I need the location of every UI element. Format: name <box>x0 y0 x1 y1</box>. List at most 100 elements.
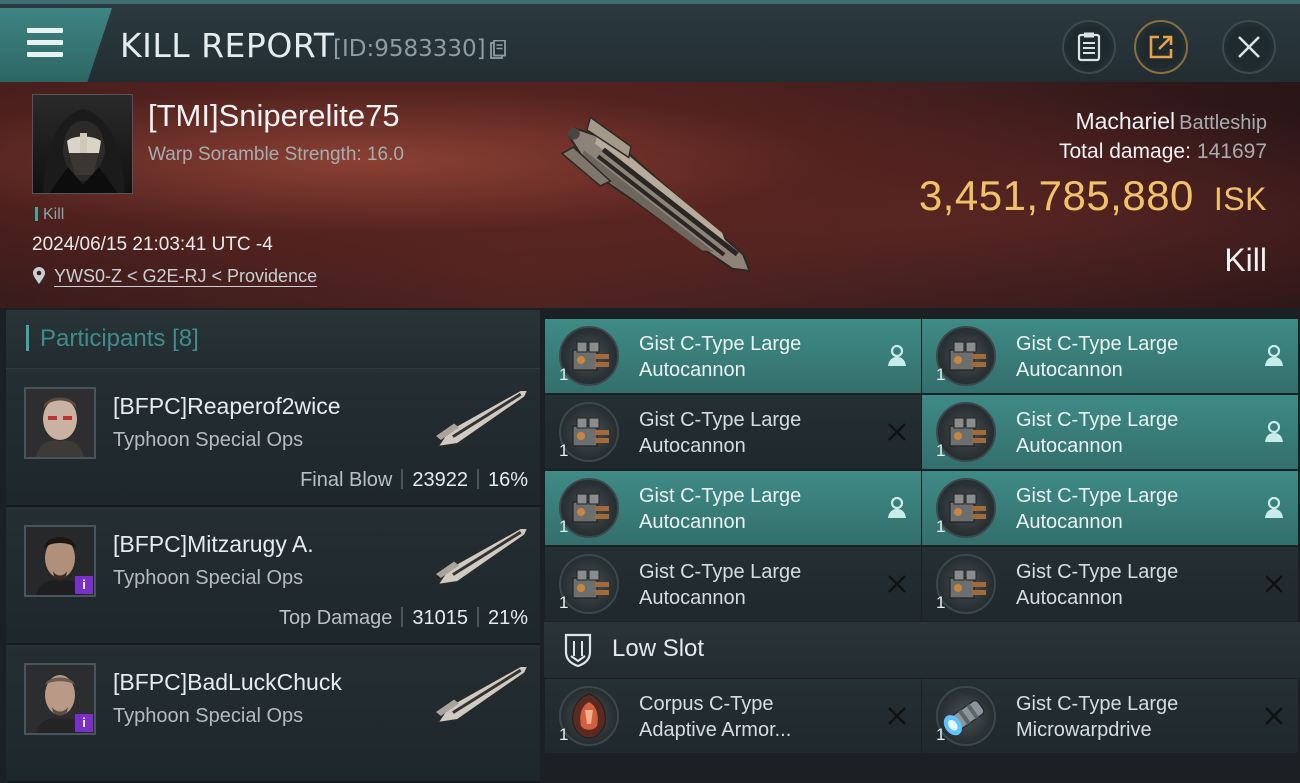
clipboard-icon <box>1077 32 1101 62</box>
module-tile[interactable]: 1 Corpus C-Type Adaptive Armor... <box>545 679 921 753</box>
autocannon-icon <box>572 493 609 523</box>
autocannon-icon <box>572 569 609 599</box>
victim-name[interactable]: [TMI]Sniperelite75 <box>148 98 400 134</box>
copy-icon[interactable] <box>490 40 506 60</box>
info-badge-icon[interactable]: i <box>75 714 93 732</box>
module-tile[interactable]: 1 Gist C-Type Large Autocannon <box>922 319 1298 393</box>
module-name-line2: Autocannon <box>1016 511 1123 533</box>
dropped-person-icon <box>1265 496 1283 518</box>
low-slot-shield-icon <box>564 633 592 668</box>
participant-damage: 31015 <box>412 607 468 629</box>
warp-scramble-strength: Warp Soramble Strength: 16.0 <box>148 144 404 165</box>
total-damage: Total damage: 141697 <box>1059 140 1267 164</box>
participants-header: Participants [8] <box>6 310 540 369</box>
module-quantity: 1 <box>559 517 569 536</box>
avatar[interactable]: i <box>24 525 96 597</box>
kill-tag: Kill <box>35 206 64 224</box>
module-name-line1: Gist C-Type Large <box>639 409 802 431</box>
participant-row[interactable]: i [BFPC]Mitzarugy A. Typhoon Special Ops… <box>6 507 540 645</box>
module-name-line1: Gist C-Type Large <box>639 333 802 355</box>
report-id: [ID:9583330] <box>333 36 486 62</box>
participant-ship: Typhoon Special Ops <box>113 429 304 451</box>
kill-result: Kill <box>1224 242 1267 278</box>
module-name-line2: Autocannon <box>639 359 746 381</box>
pilot-portrait-icon <box>26 389 94 457</box>
destroyed-x-icon <box>888 575 906 593</box>
module-name-line2: Autocannon <box>639 587 746 609</box>
autocannon-icon <box>572 341 609 371</box>
report-log-button[interactable] <box>1062 20 1116 74</box>
module-quantity: 1 <box>559 441 569 460</box>
module-quantity: 1 <box>559 365 569 384</box>
dropped-person-icon <box>1265 420 1283 442</box>
module-name: Gist C-Type Large Autocannon <box>1016 483 1256 535</box>
top-bar: KILL REPORT [ID:9583330] <box>0 0 1300 82</box>
dropped-person-icon <box>888 496 906 518</box>
participants-count: [8] <box>172 325 199 352</box>
module-tile[interactable]: 1 Gist C-Type Large Autocannon <box>545 319 921 393</box>
participant-row[interactable]: [BFPC]Reaperof2wice Typhoon Special Ops … <box>6 369 540 507</box>
autocannon-icon <box>949 493 986 523</box>
ship-name-text: Machariel <box>1075 108 1176 134</box>
participant-stats: Top Damage 31015 21% <box>279 607 528 630</box>
share-button[interactable] <box>1134 20 1188 74</box>
isk-unit: ISK <box>1213 181 1267 217</box>
participant-percent: 21% <box>487 607 528 629</box>
module-tile[interactable]: 1 Gist C-Type Large Autocannon <box>922 547 1298 621</box>
victim-portrait[interactable] <box>32 94 133 194</box>
module-name-line1: Gist C-Type Large <box>1016 693 1179 715</box>
module-name-line1: Gist C-Type Large <box>1016 485 1179 507</box>
module-name-line2: Autocannon <box>639 511 746 533</box>
module-tile[interactable]: 1 Gist C-Type Large Autocannon <box>545 395 921 469</box>
armor-hardener-icon <box>572 693 606 739</box>
participants-panel: Participants [8] [BFPC]Reaperof2wice Typ… <box>6 310 540 783</box>
module-name: Gist C-Type Large Microwarpdrive <box>1016 691 1256 743</box>
module-quantity: 1 <box>936 725 946 744</box>
dropped-person-icon <box>888 344 906 366</box>
close-button[interactable] <box>1222 20 1276 74</box>
participant-name[interactable]: [BFPC]BadLuckChuck <box>113 669 342 696</box>
participant-stats: Final Blow 23922 16% <box>300 469 528 492</box>
module-name-line2: Autocannon <box>1016 587 1123 609</box>
module-tile[interactable]: 1 Gist C-Type Large Microwarpdrive <box>922 679 1298 753</box>
page-title: KILL REPORT <box>120 26 335 65</box>
location-pin-icon <box>33 267 45 284</box>
module-name: Corpus C-Type Adaptive Armor... <box>639 691 879 743</box>
module-tile[interactable]: 1 Gist C-Type Large Autocannon <box>922 471 1298 545</box>
victim-panel: [TMI]Sniperelite75 Warp Soramble Strengt… <box>0 82 1300 308</box>
avatar[interactable] <box>24 387 96 459</box>
hooded-pilot-icon <box>43 109 125 193</box>
module-tile[interactable]: 1 Gist C-Type Large Autocannon <box>545 547 921 621</box>
destroyed-x-icon <box>888 707 906 725</box>
participant-row[interactable]: i [BFPC]BadLuckChuck Typhoon Special Ops <box>6 645 540 783</box>
module-name-line2: Autocannon <box>639 435 746 457</box>
module-name-line2: Microwarpdrive <box>1016 719 1152 741</box>
module-name: Gist C-Type Large Autocannon <box>639 483 879 535</box>
avatar[interactable]: i <box>24 663 96 735</box>
module-name-line2: Autocannon <box>1016 359 1123 381</box>
microwarpdrive-icon <box>943 700 985 736</box>
participants-label: Participants <box>40 325 166 352</box>
participant-role: Top Damage <box>278 607 393 629</box>
module-name: Gist C-Type Large Autocannon <box>1016 559 1256 611</box>
participant-name[interactable]: [BFPC]Reaperof2wice <box>113 393 341 420</box>
victim-ship-image <box>560 116 752 273</box>
low-slot-label: Low Slot <box>612 635 705 662</box>
destroyed-x-icon <box>888 423 906 441</box>
module-name: Gist C-Type Large Autocannon <box>1016 331 1256 383</box>
module-tile[interactable]: 1 Gist C-Type Large Autocannon <box>545 471 921 545</box>
isk-value: 3,451,785,880 ISK <box>919 172 1267 220</box>
menu-button[interactable] <box>0 8 112 82</box>
participant-name[interactable]: [BFPC]Mitzarugy A. <box>113 531 314 558</box>
participant-ship-image <box>435 389 529 448</box>
module-tile[interactable]: 1 Gist C-Type Large Autocannon <box>922 395 1298 469</box>
participant-role: Final Blow <box>300 469 393 491</box>
module-quantity: 1 <box>936 365 946 384</box>
ship-class: Battleship <box>1179 112 1267 134</box>
location-link[interactable]: YWS0-Z < G2E-RJ < Providence <box>54 266 317 286</box>
module-name-line1: Gist C-Type Large <box>639 485 802 507</box>
victim-ship-name: Machariel Battleship <box>1075 108 1267 135</box>
kill-location: YWS0-Z < G2E-RJ < Providence <box>32 266 317 287</box>
participant-ship: Typhoon Special Ops <box>113 567 304 589</box>
info-badge-icon[interactable]: i <box>75 576 93 594</box>
